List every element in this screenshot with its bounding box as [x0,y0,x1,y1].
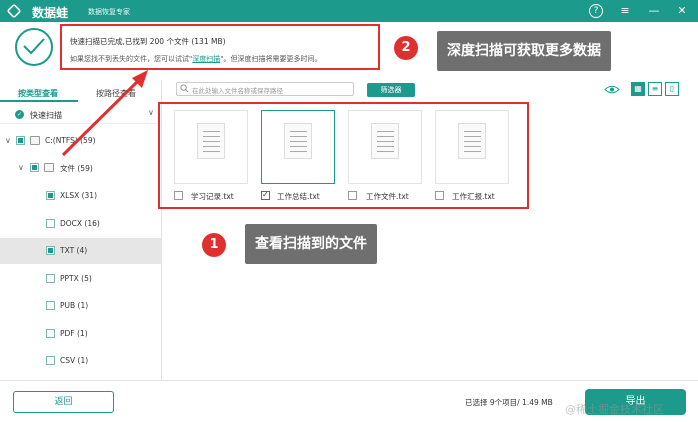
folder-icon [44,163,54,172]
file-name: 工作总结.txt [277,192,320,201]
scan-mode-label: 快速扫描 [30,111,62,120]
list-view-icon[interactable]: ≡ [648,82,662,96]
tree-checkbox[interactable] [46,191,55,200]
tree-label: TXT (4) [60,246,88,255]
tree-label: CSV (1) [60,356,89,365]
tree-checkbox[interactable] [30,163,39,172]
tree-checkbox[interactable] [46,329,55,338]
file-name: 工作文件.txt [366,192,409,201]
tree-row-txt[interactable]: TXT (4) [0,238,162,264]
file-name: 学习记录.txt [191,192,234,201]
tree-checkbox[interactable] [46,274,55,283]
app-name: 数据蛙 [32,6,69,20]
hint-after: "。但深度扫描将需要更多时间。 [220,55,322,63]
callout-number-badge: 2 [394,36,418,60]
tree-row-xlsx[interactable]: XLSX (31) [0,183,162,209]
file-card[interactable] [261,110,335,184]
txt-file-icon [284,123,312,159]
close-icon[interactable]: ✕ [675,4,689,18]
tree-label: PPTX (5) [60,274,92,283]
title-bar: 数据蛙 数据恢复专家 ? ≡ — ✕ [0,0,698,22]
tree-row-pdf[interactable]: PDF (1) [0,321,162,347]
help-icon[interactable]: ? [589,4,603,18]
search-placeholder: 在此处输入文件名称或保存路径 [192,87,283,95]
file-checkbox[interactable] [174,191,183,200]
view-files-callout: 查看扫描到的文件 [245,224,377,264]
tree-checkbox[interactable] [46,356,55,365]
tree-checkbox[interactable] [46,301,55,310]
scan-complete-check-icon [15,28,53,66]
file-card[interactable] [174,110,248,184]
app-logo-icon [6,3,22,19]
watermark-text: @稀土掘金技术社区 [565,403,664,416]
txt-file-icon [371,123,399,159]
file-card[interactable] [435,110,509,184]
txt-file-icon [197,123,225,159]
minimize-icon[interactable]: — [647,4,661,18]
app-subtitle: 数据恢复专家 [88,8,130,16]
check-circle-icon: ✓ [15,110,24,119]
expand-icon[interactable]: ∨ [18,163,24,172]
file-name: 工作汇报.txt [452,192,495,201]
tree-checkbox[interactable] [16,136,25,145]
file-checkbox[interactable] [435,191,444,200]
tree-row-pptx[interactable]: PPTX (5) [0,266,162,292]
tree-label: XLSX (31) [60,191,97,200]
tree-checkbox[interactable] [46,219,55,228]
tree-label: DOCX (16) [60,219,100,228]
back-button[interactable]: 返回 [13,391,114,413]
tree-checkbox[interactable] [46,246,55,255]
callout-number-badge: 1 [202,233,226,257]
deep-scan-link[interactable]: 深度扫描 [192,55,220,63]
tree-row-pub[interactable]: PUB (1) [0,293,162,319]
file-checkbox[interactable] [261,190,270,200]
tree-row-docx[interactable]: DOCX (16) [0,211,162,237]
deep-scan-callout: 深度扫描可获取更多数据 [437,31,611,71]
file-checkbox[interactable] [348,191,357,200]
search-icon [180,84,189,93]
tree-label: PUB (1) [60,301,89,310]
menu-icon[interactable]: ≡ [618,4,632,18]
selection-summary: 已选择 9个项目/ 1.49 MB [465,398,553,407]
hint-before: 如果您找不到丢失的文件，您可以试试" [70,55,193,63]
scan-status-text: 快速扫描已完成,已找到 200 个文件 (131 MB) [70,37,226,46]
filter-button[interactable]: 筛选器 [367,83,415,97]
scan-hint-text: 如果您找不到丢失的文件，您可以试试"深度扫描"。但深度扫描将需要更多时间。 [70,54,321,64]
expand-icon[interactable]: ∨ [5,136,11,145]
eye-icon[interactable] [604,84,620,95]
file-card[interactable] [348,110,422,184]
tree-row-csv[interactable]: CSV (1) [0,348,162,374]
grid-view-icon[interactable]: ▦ [631,82,645,96]
annotation-arrow-icon [61,70,148,157]
detail-view-icon[interactable]: ▯ [665,82,679,96]
tab-by-type[interactable]: 按类型查看 [18,88,58,99]
tree-label: 文件 (59) [60,164,93,173]
tree-label: PDF (1) [60,329,88,338]
txt-file-icon [458,123,486,159]
drive-icon [30,136,40,145]
